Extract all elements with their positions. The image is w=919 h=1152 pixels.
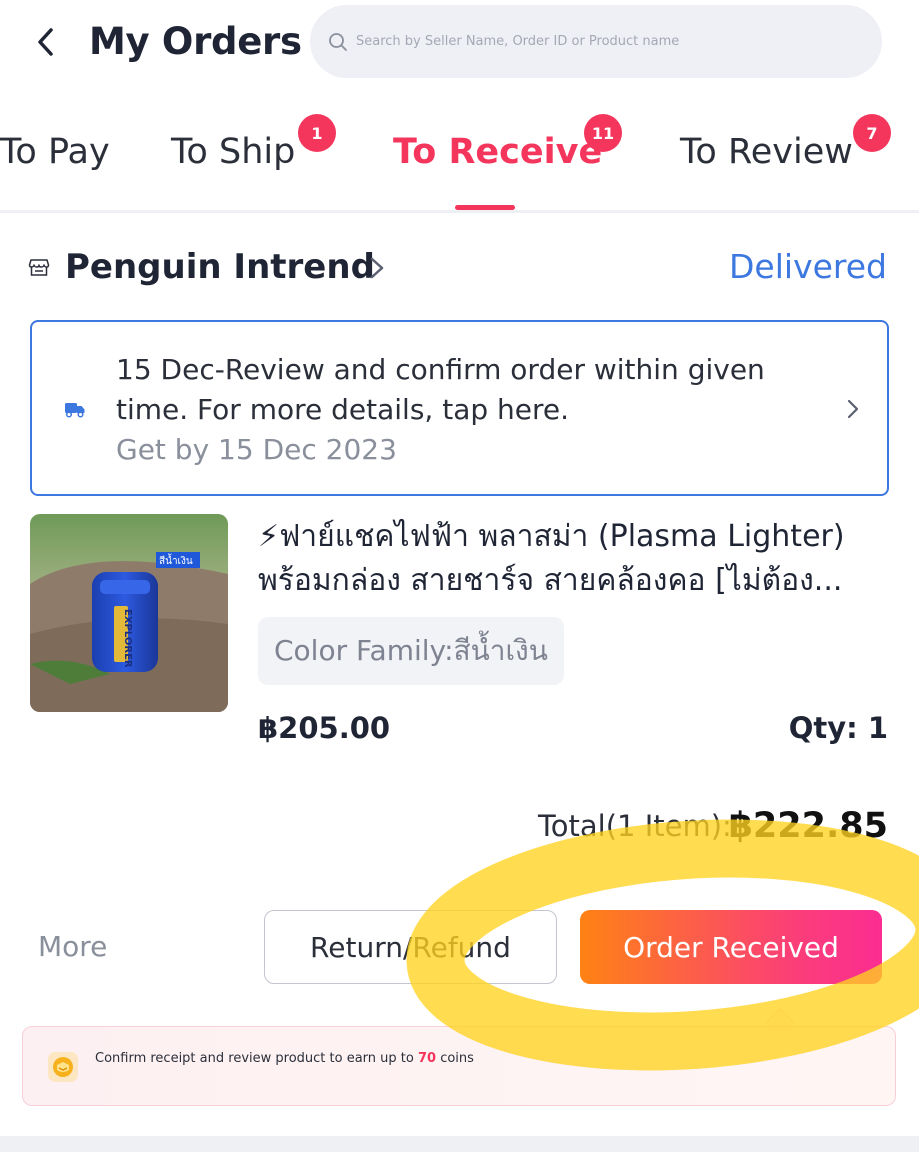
- search-bar[interactable]: [310, 5, 882, 78]
- product-price: ฿205.00: [258, 711, 391, 745]
- tab-badge: 11: [584, 114, 622, 152]
- tab-label: To Receive: [393, 132, 603, 172]
- coin-icon: [48, 1052, 78, 1082]
- tab-badge: 1: [298, 114, 336, 152]
- total-label: Total(1 Item):: [538, 809, 732, 843]
- more-button[interactable]: More: [38, 926, 107, 968]
- coins-banner: Confirm receipt and review product to ea…: [22, 1026, 896, 1106]
- tab-to-review[interactable]: To Review: [680, 128, 853, 176]
- delivery-date: Get by 15 Dec 2023: [116, 433, 397, 466]
- tab-to-receive[interactable]: To Receive: [393, 128, 602, 176]
- tab-to-ship[interactable]: To Ship: [171, 128, 295, 176]
- search-input[interactable]: [356, 34, 856, 49]
- product-title[interactable]: ⚡ฟาย์แชคไฟฟ้า พลาสม่า (Plasma Lighter) พ…: [258, 515, 888, 603]
- shop-name[interactable]: Penguin Intrend: [65, 244, 375, 290]
- product-title-line: ⚡ฟาย์แชคไฟฟ้า พลาสม่า (Plasma Lighter): [258, 519, 845, 554]
- notice-text: time. For more details, tap here.: [116, 393, 570, 426]
- chevron-right-icon: [847, 399, 859, 419]
- delivery-notice[interactable]: 15 Dec-Review and confirm order within g…: [30, 320, 889, 496]
- back-arrow-icon: [38, 28, 53, 56]
- order-received-button[interactable]: Order Received: [580, 910, 882, 984]
- coins-amount: 70: [417, 1051, 437, 1066]
- product-variant: Color Family:สีน้ำเงิน: [258, 617, 564, 685]
- coins-text-before: Confirm receipt and review product to ea…: [95, 1051, 418, 1066]
- bottom-divider: [0, 1136, 919, 1152]
- page-title: My Orders: [89, 20, 302, 63]
- product-title-line: พร้อมกล่อง สายชาร์จ สายคล้องคอ [ไม่ต้อง.…: [258, 563, 843, 598]
- truck-icon: [65, 403, 85, 418]
- total-amount: ฿222.85: [728, 806, 888, 846]
- tab-label: To Ship: [171, 132, 296, 172]
- shop-icon: [28, 259, 50, 276]
- tab-label: To Review: [680, 132, 853, 172]
- product-image[interactable]: EXPLORER สีน้ำเงิน: [30, 514, 228, 712]
- chevron-right-icon[interactable]: [365, 253, 389, 283]
- tab-to-pay[interactable]: To Pay: [0, 128, 110, 176]
- product-image-brand: EXPLORER: [122, 609, 133, 668]
- tab-badge: 7: [853, 114, 891, 152]
- back-button[interactable]: [26, 20, 66, 64]
- product-quantity: Qty: 1: [788, 711, 888, 745]
- coins-text-after: coins: [436, 1051, 474, 1066]
- coins-banner-text: Confirm receipt and review product to ea…: [95, 1049, 474, 1069]
- tab-label: To Pay: [0, 132, 110, 172]
- notice-text: 15 Dec-Review and confirm order within g…: [116, 353, 765, 386]
- product-image-tag: สีน้ำเงิน: [159, 553, 193, 567]
- return-refund-button[interactable]: Return/Refund: [264, 910, 557, 984]
- order-status: Delivered: [729, 247, 887, 286]
- search-icon: [329, 32, 347, 51]
- divider: [0, 210, 919, 213]
